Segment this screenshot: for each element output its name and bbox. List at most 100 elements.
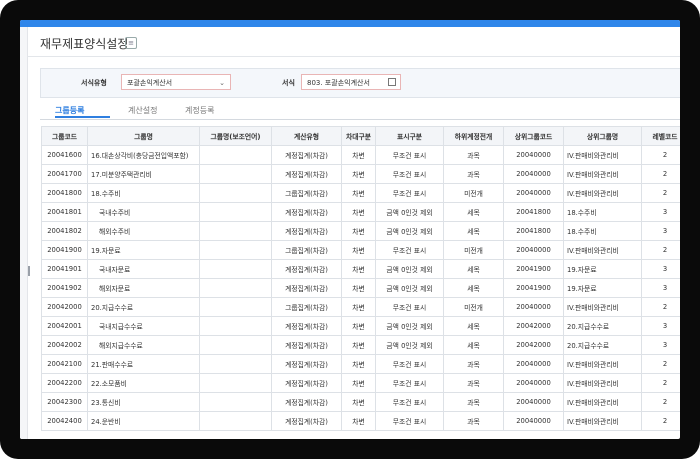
cell-pcode: 20042000	[503, 335, 564, 355]
cell-pcode: 20041800	[503, 202, 564, 222]
cell-expand: 세목	[443, 278, 504, 298]
page-title: 재무제표양식설정	[40, 37, 129, 51]
table-row[interactable]: 20042000 20.지급수수료 그룹집계(차감) 차변 무조건 표시 미전개 20040…	[41, 297, 680, 317]
cell-level: 2	[641, 183, 680, 203]
table-row[interactable]: 20041900 19.자문료 그룹집계(차감) 차변 무조건 표시 미전개 2004000…	[41, 240, 680, 260]
lookup-icon[interactable]	[388, 78, 396, 86]
cell-disp: 무조건 표시	[375, 373, 444, 393]
title-divider	[27, 56, 680, 57]
column-header[interactable]: 표시구분	[375, 126, 444, 146]
cell-disp: 금액 0인것 제외	[375, 221, 444, 241]
panel-resize-handle[interactable]	[28, 266, 30, 276]
cell-calc: 그룹집계(차감)	[271, 240, 342, 260]
cell-code: 20042300	[41, 392, 88, 412]
column-header[interactable]: 상위그룹코드	[503, 126, 564, 146]
column-header[interactable]: 차대구분	[341, 126, 376, 146]
cell-code: 20041700	[41, 164, 88, 184]
cell-sub	[199, 145, 272, 165]
tab-account-registration[interactable]: 계정등록	[185, 105, 214, 116]
active-tab-indicator	[55, 116, 110, 118]
cell-expand: 미전개	[443, 240, 504, 260]
cell-dc: 차변	[341, 240, 376, 260]
form-type-select[interactable]: 포괄손익계산서 ⌄	[121, 74, 231, 90]
cell-pcode: 20042000	[503, 316, 564, 336]
cell-dc: 차변	[341, 202, 376, 222]
cell-level: 3	[641, 259, 680, 279]
cell-dc: 차변	[341, 164, 376, 184]
cell-calc: 계정집계(차감)	[271, 392, 342, 412]
cell-dc: 차변	[341, 373, 376, 393]
cell-name: 22.소모품비	[87, 373, 200, 393]
table-row[interactable]: 20041902 해외자문료 계정집계(차감) 차변 금액 0인것 제외 세목 200419…	[41, 278, 680, 298]
table-row[interactable]: 20042400 24.운반비 계정집계(차감) 차변 무조건 표시 과목 20040000…	[41, 411, 680, 431]
cell-sub	[199, 221, 272, 241]
cell-pname: 20.지급수수료	[563, 316, 642, 336]
cell-calc: 계정집계(차감)	[271, 316, 342, 336]
cell-disp: 금액 0인것 제외	[375, 335, 444, 355]
cell-expand: 세목	[443, 221, 504, 241]
table-row[interactable]: 20041901 국내자문료 계정집계(차감) 차변 금액 0인것 제외 세목 200419…	[41, 259, 680, 279]
table-row[interactable]: 20042300 23.통신비 계정집계(차감) 차변 무조건 표시 과목 20040000…	[41, 392, 680, 412]
cell-dc: 차변	[341, 354, 376, 374]
cell-pname: IV.판매비와관리비	[563, 354, 642, 374]
group-table: 그룹코드 그룹명 그룹명(보조언어) 계산유형 차대구분 표시구분 하위계정전개 상위그룹코드…	[41, 126, 680, 431]
cell-sub	[199, 411, 272, 431]
cell-level: 2	[641, 392, 680, 412]
cell-code: 20042000	[41, 297, 88, 317]
cell-expand: 과목	[443, 392, 504, 412]
cell-disp: 무조건 표시	[375, 297, 444, 317]
cell-name: 16.대손상각비(충당금전입액포함)	[87, 145, 200, 165]
cell-disp: 무조건 표시	[375, 183, 444, 203]
table-row[interactable]: 20041801 국내수주비 계정집계(차감) 차변 금액 0인것 제외 세목 200418…	[41, 202, 680, 222]
cell-name: 18.수주비	[87, 183, 200, 203]
cell-code: 20041901	[41, 259, 88, 279]
cell-code: 20041900	[41, 240, 88, 260]
cell-code: 20041902	[41, 278, 88, 298]
column-header[interactable]: 그룹명(보조언어)	[199, 126, 272, 146]
column-header[interactable]: 상위그룹명	[563, 126, 642, 146]
cell-pname: IV.판매비와관리비	[563, 145, 642, 165]
cell-pname: 18.수주비	[563, 202, 642, 222]
column-header[interactable]: 하위계정전개	[443, 126, 504, 146]
cell-pcode: 20041800	[503, 221, 564, 241]
table-row[interactable]: 20042100 21.판매수수료 계정집계(차감) 차변 무조건 표시 과목 200400…	[41, 354, 680, 374]
table-row[interactable]: 20042002 해외지급수수료 계정집계(차감) 차변 금액 0인것 제외 세목 2004…	[41, 335, 680, 355]
chevron-down-icon: ⌄	[219, 79, 225, 87]
tab-calculation-settings[interactable]: 계산설정	[128, 105, 157, 116]
table-row[interactable]: 20041700 17.미분양주택관리비 계정집계(차감) 차변 무조건 표시 과목 200…	[41, 164, 680, 184]
tab-group-registration[interactable]: 그룹등록	[55, 105, 84, 116]
cell-code: 20042001	[41, 316, 88, 336]
cell-dc: 차변	[341, 183, 376, 203]
table-row[interactable]: 20041600 16.대손상각비(충당금전입액포함) 계정집계(차감) 차변 무조건 …	[41, 145, 680, 165]
cell-name: 21.판매수수료	[87, 354, 200, 374]
cell-calc: 그룹집계(차감)	[271, 183, 342, 203]
cell-level: 2	[641, 411, 680, 431]
table-row[interactable]: 20041802 해외수주비 계정집계(차감) 차변 금액 0인것 제외 세목 200418…	[41, 221, 680, 241]
form-select[interactable]: 803. 포괄손익계산서	[301, 74, 401, 90]
cell-level: 2	[641, 373, 680, 393]
cell-pcode: 20040000	[503, 373, 564, 393]
app-window: 재무제표양식설정 ≡ 서식유형 포괄손익계산서 ⌄ 서식 803. 포괄손익계산…	[20, 20, 680, 439]
cell-code: 20041800	[41, 183, 88, 203]
cell-expand: 세목	[443, 335, 504, 355]
cell-dc: 차변	[341, 278, 376, 298]
column-header[interactable]: 그룹코드	[41, 126, 88, 146]
page-info-icon[interactable]: ≡	[125, 37, 137, 49]
cell-name: 해외자문료	[87, 278, 200, 298]
column-header[interactable]: 레벨코드	[641, 126, 680, 146]
cell-expand: 미전개	[443, 183, 504, 203]
cell-name: 국내수주비	[87, 202, 200, 222]
cell-expand: 과목	[443, 373, 504, 393]
table-row[interactable]: 20041800 18.수주비 그룹집계(차감) 차변 무조건 표시 미전개 2004000…	[41, 183, 680, 203]
cell-pcode: 20040000	[503, 297, 564, 317]
cell-disp: 금액 0인것 제외	[375, 278, 444, 298]
form-label: 서식	[282, 79, 295, 87]
cell-disp: 금액 0인것 제외	[375, 316, 444, 336]
cell-calc: 계정집계(차감)	[271, 278, 342, 298]
cell-pname: IV.판매비와관리비	[563, 164, 642, 184]
table-row[interactable]: 20042001 국내지급수수료 계정집계(차감) 차변 금액 0인것 제외 세목 2004…	[41, 316, 680, 336]
cell-pname: IV.판매비와관리비	[563, 411, 642, 431]
column-header[interactable]: 계산유형	[271, 126, 342, 146]
column-header[interactable]: 그룹명	[87, 126, 200, 146]
table-row[interactable]: 20042200 22.소모품비 계정집계(차감) 차변 무조건 표시 과목 2004000…	[41, 373, 680, 393]
